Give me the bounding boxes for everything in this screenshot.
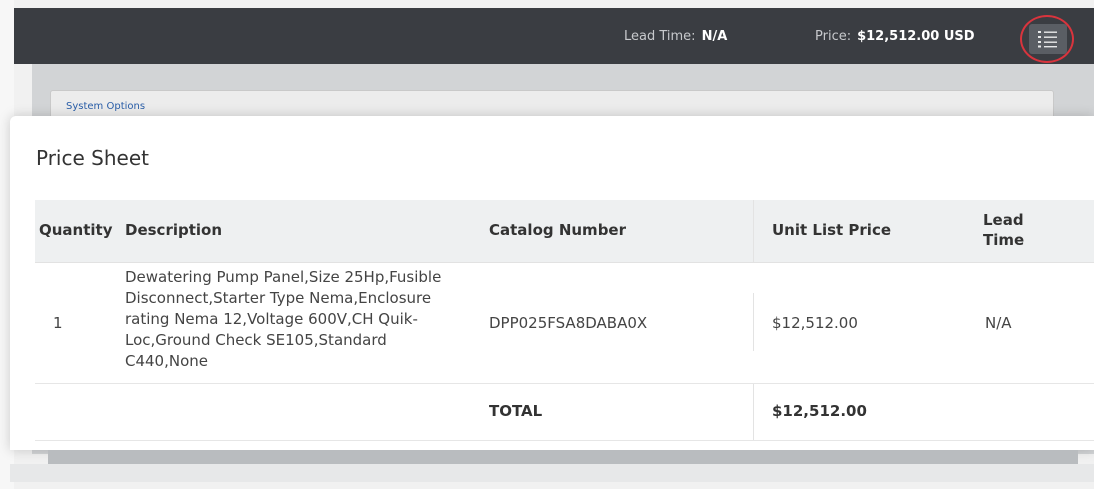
highlight-circle — [1020, 15, 1074, 63]
cell-unit-list-price: $12,512.00 — [772, 314, 858, 332]
price-summary: Price: $12,512.00 USD — [815, 29, 975, 44]
description-line: C440,None — [125, 352, 209, 370]
column-header-lead-time: Lead Time — [983, 211, 1025, 249]
table-row: 1 Dewatering Pump Panel,Size 25Hp,Fusibl… — [35, 263, 1094, 384]
column-header-quantity: Quantity — [39, 221, 113, 239]
column-divider — [753, 200, 754, 262]
price-value: $12,512.00 USD — [857, 29, 975, 44]
lead-time-label: Lead Time: — [624, 29, 696, 44]
cell-description: Dewatering Pump Panel,Size 25Hp,Fusible … — [125, 267, 485, 372]
system-options-link[interactable]: System Options — [66, 101, 145, 112]
lead-time-summary: Lead Time: N/A — [624, 29, 727, 44]
column-header-catalog-number: Catalog Number — [489, 221, 626, 239]
modal-title: Price Sheet — [36, 146, 149, 170]
column-divider — [753, 293, 754, 351]
total-label: TOTAL — [489, 402, 543, 420]
description-line: Disconnect,Starter Type Nema,Enclosure — [125, 289, 432, 307]
cell-quantity: 1 — [53, 314, 63, 332]
description-line: Dewatering Pump Panel,Size 25Hp,Fusible — [125, 268, 442, 286]
column-divider — [753, 384, 754, 440]
cell-lead-time: N/A — [985, 314, 1012, 332]
description-line: rating Nema 12,Voltage 600V,CH Quik- — [125, 310, 418, 328]
cell-catalog-number: DPP025FSA8DABA0X — [489, 314, 648, 332]
table-header: Quantity Description Catalog Number Unit… — [35, 200, 1094, 263]
lead-time-value: N/A — [701, 29, 728, 44]
description-line: Loc,Ground Check SE105,Standard — [125, 331, 387, 349]
price-sheet-modal: Price Sheet Quantity Description Catalog… — [10, 116, 1094, 450]
column-header-unit-list-price: Unit List Price — [772, 221, 892, 239]
price-label: Price: — [815, 29, 852, 44]
background-blur — [10, 464, 1094, 482]
price-table: Quantity Description Catalog Number Unit… — [35, 200, 1094, 441]
background-blur — [48, 450, 1078, 464]
column-header-description: Description — [125, 221, 223, 239]
total-value: $12,512.00 — [772, 402, 867, 420]
total-row: TOTAL $12,512.00 — [35, 384, 1094, 441]
top-bar: Lead Time: N/A Price: $12,512.00 USD — [14, 8, 1094, 64]
